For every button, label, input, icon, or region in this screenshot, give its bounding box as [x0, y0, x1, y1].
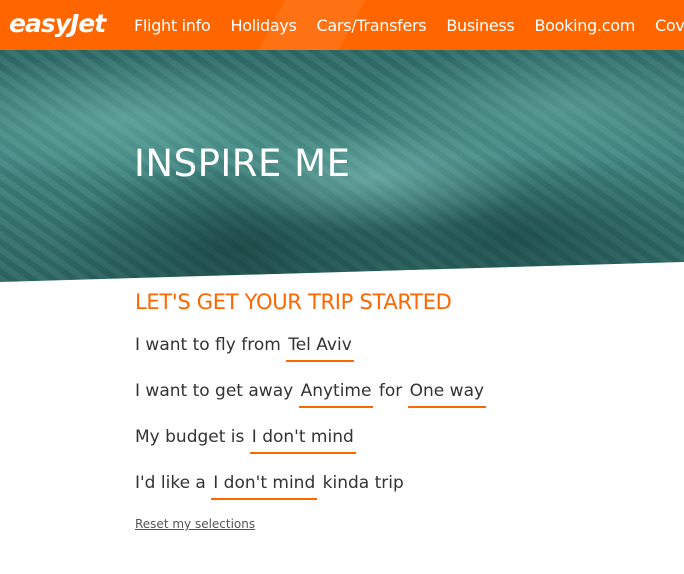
easyjet-logo[interactable]: easyJet — [9, 9, 106, 38]
hero-banner: INSPIRE ME — [0, 50, 684, 282]
nav-booking-com[interactable]: Booking.com — [534, 16, 635, 35]
nav-business[interactable]: Business — [446, 16, 514, 35]
section-heading: LET'S GET YOUR TRIP STARTED — [135, 290, 452, 314]
when-middle: for — [378, 381, 403, 401]
nav-covid[interactable]: Covid-1 — [655, 16, 684, 35]
when-prefix: I want to get away — [135, 381, 294, 401]
page-title: INSPIRE ME — [134, 142, 351, 185]
budget-select[interactable]: I don't mind — [249, 422, 356, 454]
origin-select[interactable]: Tel Aviv — [286, 330, 354, 362]
trip-kind-prefix: I'd like a — [135, 473, 206, 493]
trip-form: LET'S GET YOUR TRIP STARTED I want to fl… — [135, 290, 487, 533]
nav-flight-info[interactable]: Flight info — [134, 16, 211, 35]
origin-sentence: I want to fly from Tel Aviv — [135, 329, 486, 375]
reset-selections-link[interactable]: Reset my selections — [135, 517, 255, 531]
main-nav: Flight info Holidays Cars/Transfers Busi… — [134, 0, 684, 50]
when-sentence: I want to get away Anytime for One way — [135, 375, 487, 421]
trip-kind-sentence: I'd like a I don't mind kinda trip — [135, 467, 486, 513]
nav-cars-transfers[interactable]: Cars/Transfers — [317, 16, 427, 35]
nav-holidays[interactable]: Holidays — [230, 16, 296, 35]
top-navigation-bar: easyJet Flight info Holidays Cars/Transf… — [0, 0, 684, 50]
origin-prefix: I want to fly from — [135, 335, 281, 355]
trip-type-select[interactable]: One way — [407, 376, 487, 408]
budget-prefix: My budget is — [135, 427, 245, 447]
trip-kind-suffix: kinda trip — [322, 473, 404, 493]
trip-kind-select[interactable]: I don't mind — [211, 468, 318, 500]
budget-sentence: My budget is I don't mind — [135, 421, 486, 467]
when-select[interactable]: Anytime — [298, 376, 374, 408]
